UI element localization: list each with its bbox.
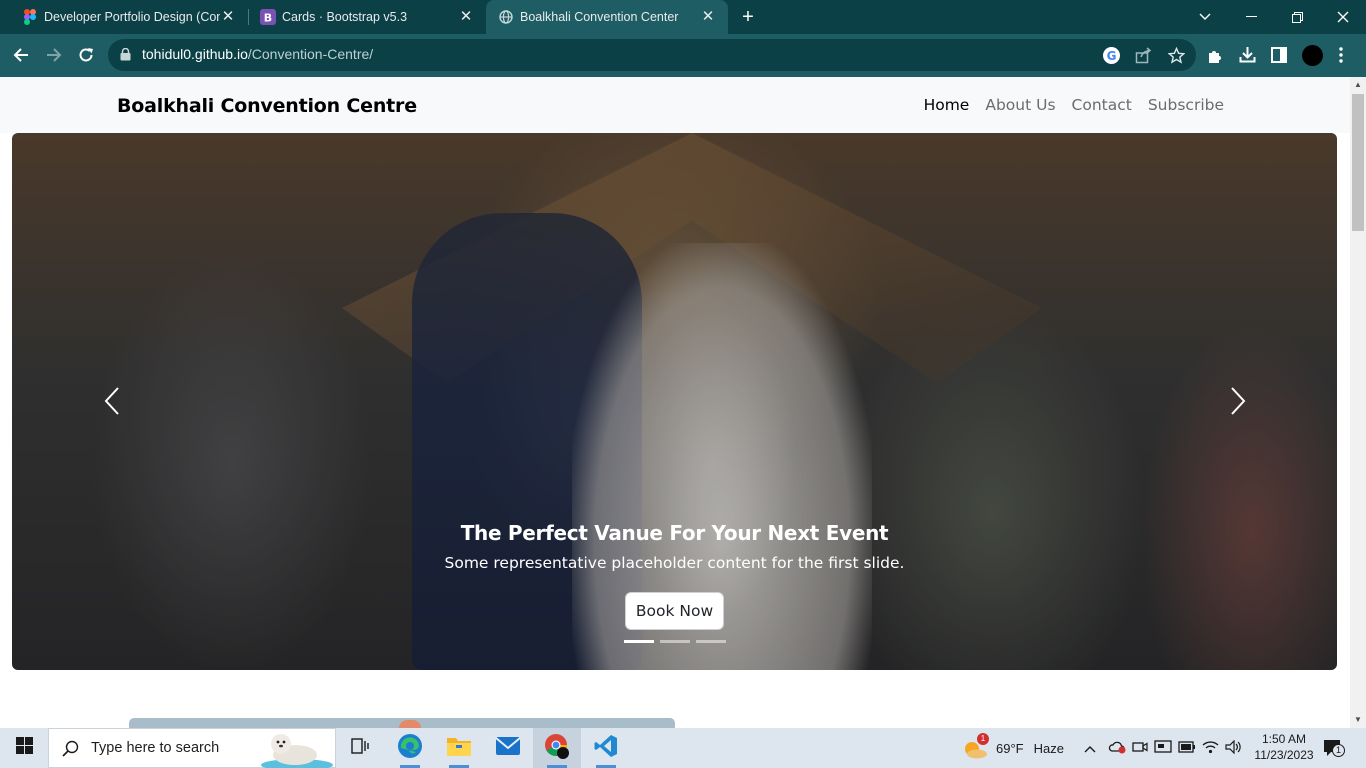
scroll-down-icon[interactable]: ▼ (1350, 712, 1366, 728)
weather-temp: 69°F (996, 740, 1024, 756)
carousel-prev-button[interactable] (92, 383, 132, 423)
minimize-button[interactable] (1228, 0, 1274, 34)
bootstrap-icon: B (260, 9, 276, 25)
nav-contact[interactable]: Contact (1072, 96, 1132, 114)
task-view-button[interactable] (336, 728, 384, 768)
display-icon[interactable] (1154, 739, 1172, 757)
carousel-indicator-3[interactable] (696, 640, 726, 643)
mail-icon (495, 736, 521, 761)
taskbar-chrome[interactable] (533, 728, 581, 768)
restore-button[interactable] (1274, 0, 1320, 34)
close-icon[interactable]: ✕ (458, 9, 474, 25)
nav-subscribe[interactable]: Subscribe (1148, 96, 1224, 114)
taskbar-search-box[interactable]: Type here to search (48, 728, 336, 768)
lock-icon[interactable] (120, 47, 131, 66)
back-icon[interactable] (8, 42, 34, 68)
chevron-left-icon (104, 386, 120, 420)
figma-icon (22, 9, 38, 25)
windows-taskbar: Type here to search 1 69°F Haze 1:50 AM … (0, 728, 1366, 768)
weather-widget[interactable]: 1 69°F Haze (962, 728, 1064, 768)
close-window-button[interactable] (1320, 0, 1366, 34)
hero-subtitle: Some representative placeholder content … (444, 554, 905, 572)
scrollbar-thumb[interactable] (1352, 94, 1364, 231)
photo-overlay (12, 133, 1337, 670)
hero-carousel: The Perfect Vanue For Your Next Event So… (12, 133, 1337, 670)
taskbar-vscode[interactable] (582, 728, 630, 768)
page-scrollbar[interactable]: ▲ ▼ (1350, 77, 1366, 728)
forward-icon[interactable] (41, 42, 67, 68)
folder-icon (446, 735, 472, 762)
google-lens-icon[interactable]: G (1103, 47, 1120, 69)
edge-icon (397, 733, 423, 764)
extensions-icon[interactable] (1207, 47, 1224, 69)
card-image-peek (129, 718, 675, 728)
nav-about-us[interactable]: About Us (985, 96, 1055, 114)
system-tray (1084, 728, 1242, 768)
tab-portfolio[interactable]: Developer Portfolio Design (Con ✕ (0, 0, 248, 34)
clock-time: 1:50 AM (1261, 732, 1307, 746)
page-viewport: Boalkhali Convention Centre Home About U… (0, 77, 1350, 728)
book-now-button[interactable]: Book Now (625, 592, 724, 630)
share-icon[interactable] (1135, 47, 1152, 69)
taskbar-mail[interactable] (484, 728, 532, 768)
task-view-icon (351, 737, 369, 759)
start-button[interactable] (0, 728, 48, 768)
volume-icon[interactable] (1225, 739, 1242, 757)
onedrive-icon[interactable] (1108, 740, 1126, 757)
tab-strip: Developer Portfolio Design (Con ✕ B Card… (0, 0, 1366, 34)
taskbar-edge[interactable] (386, 728, 434, 768)
search-placeholder: Type here to search (91, 740, 220, 756)
clock-date: 11/23/2023 (1254, 748, 1314, 762)
bookmark-star-icon[interactable] (1167, 46, 1186, 69)
new-tab-button[interactable]: + (738, 7, 758, 27)
scroll-up-icon[interactable]: ▲ (1350, 77, 1366, 93)
battery-icon[interactable] (1178, 740, 1196, 756)
url-path: /Convention-Centre/ (247, 46, 374, 62)
windows-logo-icon (15, 737, 33, 759)
notification-center[interactable]: 1 (1323, 728, 1345, 768)
url-text[interactable]: tohidul0.github.io/Convention-Centre/ (142, 46, 373, 62)
close-icon[interactable]: ✕ (220, 9, 236, 25)
weather-text: Haze (1033, 740, 1064, 756)
chevron-up-icon[interactable] (1084, 741, 1100, 756)
tab-title: Boalkhali Convention Center (520, 10, 679, 24)
site-navbar: Boalkhali Convention Centre Home About U… (0, 77, 1350, 133)
taskbar-file-explorer[interactable] (435, 728, 483, 768)
vscode-icon (594, 734, 618, 763)
tab-title: Cards · Bootstrap v5.3 (282, 10, 408, 24)
seal-illustration (255, 729, 333, 768)
download-icon[interactable] (1239, 46, 1256, 68)
nav-home[interactable]: Home (924, 96, 970, 114)
weather-icon: 1 (962, 733, 989, 759)
url-host: tohidul0.github.io (142, 46, 248, 62)
taskbar-clock[interactable]: 1:50 AM 11/23/2023 (1247, 731, 1321, 763)
globe-icon (498, 9, 514, 25)
reload-icon[interactable] (73, 42, 99, 68)
profile-avatar[interactable] (1302, 45, 1323, 66)
notification-count: 1 (1332, 744, 1345, 757)
tab-search-icon[interactable] (1182, 0, 1228, 34)
side-panel-icon[interactable] (1271, 47, 1287, 68)
tab-title: Developer Portfolio Design (Con (44, 10, 220, 24)
site-brand[interactable]: Boalkhali Convention Centre (117, 95, 417, 117)
tab-bootstrap[interactable]: B Cards · Bootstrap v5.3 ✕ (248, 0, 486, 34)
close-icon[interactable]: ✕ (700, 9, 716, 25)
carousel-indicator-2[interactable] (660, 640, 690, 643)
svg-text:G: G (1107, 49, 1117, 63)
carousel-next-button[interactable] (1218, 383, 1258, 423)
wifi-icon[interactable] (1202, 740, 1219, 757)
tab-convention[interactable]: Boalkhali Convention Center ✕ (486, 0, 728, 34)
menu-kebab-icon[interactable] (1339, 47, 1343, 68)
weather-badge: 1 (977, 733, 989, 745)
notification-icon: 1 (1323, 739, 1345, 757)
carousel-indicator-1[interactable] (624, 640, 654, 643)
meet-now-icon[interactable] (1132, 740, 1148, 757)
search-icon (62, 740, 79, 757)
hero-title: The Perfect Vanue For Your Next Event (460, 521, 889, 545)
site-nav-links: Home About Us Contact Subscribe (924, 96, 1224, 114)
chrome-icon (543, 732, 571, 765)
svg-text:B: B (264, 12, 272, 25)
chevron-right-icon (1230, 386, 1246, 420)
